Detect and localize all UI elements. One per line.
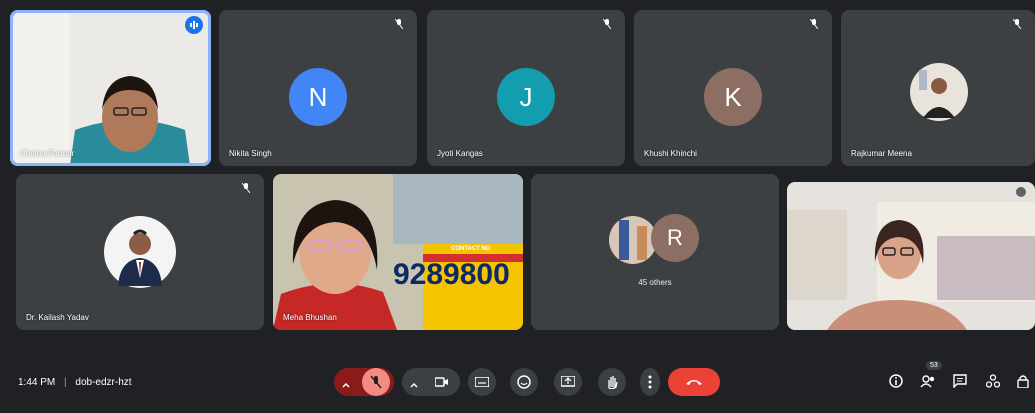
separator: | xyxy=(64,377,67,388)
captions-button[interactable] xyxy=(468,368,496,396)
participant-tile-jyoti[interactable]: J Jyoti Kangas xyxy=(427,10,625,166)
more-icon xyxy=(648,375,652,389)
participant-name: Khushi Khinchi xyxy=(644,149,697,158)
profile-photo xyxy=(104,216,176,288)
activities-button[interactable] xyxy=(985,373,1001,389)
participant-tile-nikita[interactable]: N Nikita Singh xyxy=(219,10,417,166)
host-controls-icon xyxy=(1017,375,1029,388)
chat-button[interactable] xyxy=(952,373,968,389)
avatar: R xyxy=(651,214,699,262)
meeting-details-button[interactable] xyxy=(888,373,904,389)
camera-button[interactable] xyxy=(428,368,456,396)
mic-off-icon xyxy=(1015,186,1027,198)
mic-off-icon xyxy=(370,375,382,389)
mic-off-button[interactable] xyxy=(362,368,390,396)
avatar: J xyxy=(497,68,555,126)
activities-icon xyxy=(986,374,1000,388)
mic-off-icon xyxy=(240,182,252,194)
others-count: 45 others xyxy=(638,278,672,287)
participant-video xyxy=(10,10,211,166)
speaking-indicator-icon xyxy=(185,16,203,34)
camera-icon xyxy=(435,377,448,387)
emoji-button[interactable] xyxy=(510,368,538,396)
participant-name: Rajkumar Meena xyxy=(851,149,912,158)
avatar: N xyxy=(289,68,347,126)
mic-options-chevron-icon[interactable] xyxy=(341,377,351,388)
end-call-icon xyxy=(686,380,702,385)
people-button[interactable] xyxy=(920,373,936,389)
more-options-button[interactable] xyxy=(640,368,660,396)
mic-off-icon xyxy=(808,18,820,30)
meeting-info: 1:44 PM | dob-edzr-hzt xyxy=(18,377,132,388)
present-icon xyxy=(561,376,575,387)
participant-video xyxy=(787,182,1035,330)
participant-tile-meha[interactable]: CONTACT NO 9289800 Meha Bhushan xyxy=(273,174,523,330)
meeting-code: dob-edzr-hzt xyxy=(75,377,132,388)
profile-photo xyxy=(910,63,968,121)
host-controls-button[interactable] xyxy=(1015,373,1031,389)
emoji-icon xyxy=(517,375,531,389)
participant-tile-kailash[interactable]: Dr. Kailash Yadav xyxy=(16,174,264,330)
end-call-button[interactable] xyxy=(668,368,720,396)
participant-name: Dr. Kailash Yadav xyxy=(26,313,89,322)
participant-tile-khushi[interactable]: K Khushi Khinchi xyxy=(634,10,832,166)
captions-icon xyxy=(475,377,489,387)
meeting-time: 1:44 PM xyxy=(18,377,56,388)
participant-name: Nikita Singh xyxy=(229,149,272,158)
info-icon xyxy=(889,374,903,388)
mic-off-icon xyxy=(393,18,405,30)
avatar: K xyxy=(704,68,762,126)
banner-number: 9289800 xyxy=(393,258,510,291)
control-bar: 1:44 PM | dob-edzr-hzt 53 xyxy=(0,353,1035,413)
participant-video xyxy=(273,174,523,330)
participant-tile-others[interactable]: R 45 others xyxy=(531,174,779,330)
people-count-badge: 53 xyxy=(926,361,942,370)
present-button[interactable] xyxy=(554,368,582,396)
participant-tile-rajkumar[interactable]: Rajkumar Meena xyxy=(841,10,1035,166)
people-icon xyxy=(920,375,935,388)
mic-off-icon xyxy=(1011,18,1023,30)
raise-hand-button[interactable] xyxy=(598,368,626,396)
banner-caption: CONTACT NO xyxy=(451,246,491,252)
camera-options-chevron-icon[interactable] xyxy=(409,377,419,388)
participant-name: Meha Bhushan xyxy=(283,313,337,322)
chat-icon xyxy=(953,374,967,388)
participant-tile-chetna[interactable]: Chetna Parmar xyxy=(10,10,211,166)
participant-name: Chetna Parmar xyxy=(20,149,75,158)
participant-name: Jyoti Kangas xyxy=(437,149,483,158)
mic-off-icon xyxy=(601,18,613,30)
participant-tile-presenter[interactable] xyxy=(787,182,1035,330)
raise-hand-icon xyxy=(608,376,618,389)
